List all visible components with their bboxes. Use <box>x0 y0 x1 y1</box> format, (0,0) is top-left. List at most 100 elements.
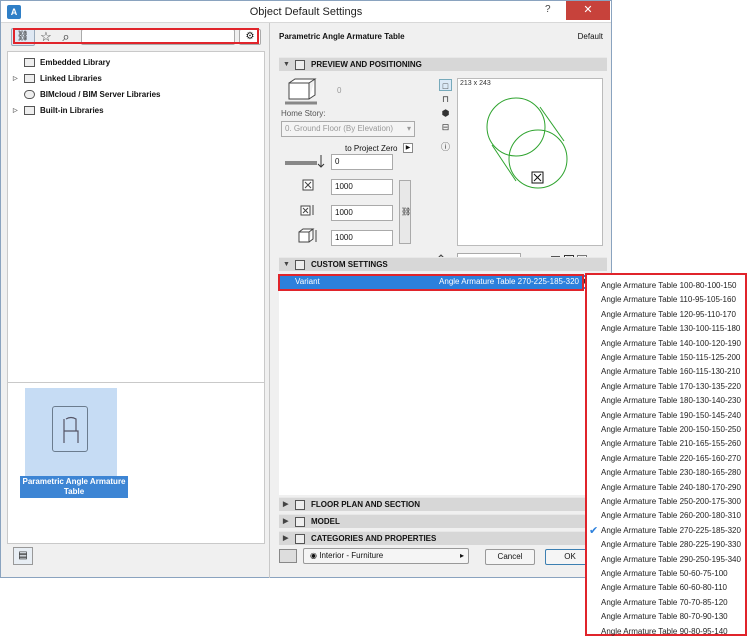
object-file-icon <box>52 406 88 452</box>
settings-header: Parametric Angle Armature Table Default <box>273 23 609 49</box>
expand-icon[interactable]: ▷ <box>13 103 18 119</box>
section-floor-plan-and-section[interactable]: ▶ FLOOR PLAN AND SECTION <box>279 497 607 511</box>
plan-preview-drawing <box>486 97 568 189</box>
home-story-label: Home Story: <box>281 109 326 118</box>
dropdown-item[interactable]: Angle Armature Table 60-60-80-110 <box>601 581 727 595</box>
dropdown-item[interactable]: Angle Armature Table 140-100-120-190 <box>601 337 741 351</box>
dropdown-item[interactable]: Angle Armature Table 220-165-160-270 <box>601 452 741 466</box>
expand-arrow-icon: ▶ <box>283 535 289 542</box>
settings-panel: Parametric Angle Armature Table Default … <box>273 23 609 578</box>
dropdown-item[interactable]: Angle Armature Table 170-130-135-220 <box>601 380 741 394</box>
dialog-footer: ◉ Interior - Furniture ▸ Cancel OK <box>279 547 607 567</box>
preview-section-icon <box>295 60 305 70</box>
dropdown-item[interactable]: Angle Armature Table 160-115-130-210 <box>601 365 740 379</box>
tree-item-label: Embedded Library <box>40 58 111 67</box>
folder-icon <box>24 74 35 83</box>
width-input[interactable]: 1000 <box>331 179 393 195</box>
variant-highlight <box>278 274 584 291</box>
section-custom-settings[interactable]: ▼ CUSTOM SETTINGS <box>279 257 607 271</box>
depth-icon <box>300 205 314 216</box>
dropdown-item[interactable]: Angle Armature Table 190-150-145-240 <box>601 409 741 423</box>
proportion-lock-chain-icon[interactable]: ⛓ <box>399 180 411 244</box>
section-label: PREVIEW AND POSITIONING <box>311 60 422 69</box>
library-tree: Embedded Library ▷ Linked Libraries BIMc… <box>7 51 265 383</box>
eye-icon: ◉ <box>310 551 317 560</box>
dropdown-item[interactable]: Angle Armature Table 180-130-140-230 <box>601 394 741 408</box>
panel-divider[interactable] <box>269 23 270 578</box>
tree-item-label: Linked Libraries <box>40 74 102 83</box>
expand-icon[interactable]: ▷ <box>13 71 18 87</box>
chair-icon <box>63 416 79 443</box>
section-label: FLOOR PLAN AND SECTION <box>311 500 421 509</box>
dropdown-item[interactable]: Angle Armature Table 280-225-190-330 <box>601 538 741 552</box>
dropdown-arrow-icon: ▸ <box>459 551 464 560</box>
dropdown-item[interactable]: Angle Armature Table 80-70-90-130 <box>601 610 728 624</box>
tree-item-bimcloud-libraries[interactable]: BIMcloud / BIM Server Libraries <box>8 87 264 103</box>
section-label: CATEGORIES AND PROPERTIES <box>311 534 437 543</box>
dropdown-item[interactable]: Angle Armature Table 270-225-185-320 <box>601 524 741 538</box>
default-label: Default <box>577 32 603 41</box>
collapse-arrow-icon: ▼ <box>283 61 290 68</box>
collapse-arrow-icon: ▼ <box>283 261 290 268</box>
cancel-button[interactable]: Cancel <box>485 549 535 565</box>
object-thumbnail[interactable] <box>25 388 117 488</box>
tree-item-label: Built-in Libraries <box>40 106 104 115</box>
variant-dropdown-list: Angle Armature Table 100-80-100-150 Angle… <box>585 273 747 636</box>
custom-settings-icon <box>295 260 305 270</box>
dropdown-item[interactable]: Angle Armature Table 100-80-100-150 <box>601 279 737 293</box>
preview-positioning-panel: 0 Home Story: 0. Ground Floor (By Elevat… <box>279 75 607 269</box>
elevation-box-icon <box>285 78 317 105</box>
selection-highlight <box>13 28 259 44</box>
tree-item-built-in-libraries[interactable]: ▷ Built-in Libraries <box>8 103 264 119</box>
dropdown-item[interactable]: Angle Armature Table 200-150-150-250 <box>601 423 741 437</box>
section-preview-positioning[interactable]: ▼ PREVIEW AND POSITIONING <box>279 57 607 71</box>
dropdown-item[interactable]: Angle Armature Table 250-200-175-300 <box>601 495 741 509</box>
height-icon <box>298 228 317 243</box>
cloud-icon <box>24 90 35 99</box>
tree-item-embedded-library[interactable]: Embedded Library <box>8 55 264 71</box>
section-view-icon[interactable]: ⊟ <box>439 121 452 133</box>
title-bar: A Object Default Settings ? ✕ <box>1 1 611 23</box>
dropdown-item[interactable]: Angle Armature Table 210-165-155-260 <box>601 437 741 451</box>
home-story-value: 0. Ground Floor (By Elevation) <box>285 124 394 133</box>
reference-menu-icon[interactable]: ▶ <box>403 143 413 153</box>
dropdown-item[interactable]: Angle Armature Table 230-180-165-280 <box>601 466 741 480</box>
section-model[interactable]: ▶ MODEL <box>279 514 607 528</box>
dropdown-item[interactable]: Angle Armature Table 70-70-85-120 <box>601 596 728 610</box>
depth-input[interactable]: 1000 <box>331 205 393 221</box>
dropdown-item[interactable]: Angle Armature Table 90-80-95-140 <box>601 625 728 639</box>
dropdown-item[interactable]: Angle Armature Table 50-60-75-100 <box>601 567 728 581</box>
dropdown-item[interactable]: Angle Armature Table 290-250-195-340 <box>601 553 741 567</box>
expand-arrow-icon: ▶ <box>283 518 289 525</box>
section-categories-and-properties[interactable]: ▶ CATEGORIES AND PROPERTIES <box>279 531 607 545</box>
side-view-icon[interactable]: ⊓ <box>439 93 452 105</box>
info-icon[interactable]: ⓘ <box>439 141 452 153</box>
model-icon <box>295 517 305 527</box>
close-button[interactable]: ✕ <box>566 1 610 20</box>
chevron-down-icon: ▾ <box>406 124 411 133</box>
dropdown-item[interactable]: Angle Armature Table 150-115-125-200 <box>601 351 740 365</box>
dropdown-item[interactable]: Angle Armature Table 120-95-110-170 <box>601 308 736 322</box>
layer-icon <box>279 549 297 563</box>
library-manager-icon[interactable]: ▤ <box>13 547 33 565</box>
layer-value: Interior - Furniture <box>319 551 384 560</box>
home-story-select[interactable]: 0. Ground Floor (By Elevation) ▾ <box>281 121 415 137</box>
height-input[interactable]: 1000 <box>331 230 393 246</box>
dropdown-item[interactable]: Angle Armature Table 240-180-170-290 <box>601 481 741 495</box>
plan-view-icon[interactable]: □ <box>439 79 452 91</box>
layer-select[interactable]: ◉ Interior - Furniture ▸ <box>303 548 469 564</box>
help-button[interactable]: ? <box>545 4 551 15</box>
3d-view-icon[interactable]: ⬢ <box>439 107 452 119</box>
section-label: CUSTOM SETTINGS <box>311 260 388 269</box>
folder-icon <box>24 106 35 115</box>
dropdown-item[interactable]: Angle Armature Table 110-95-105-160 <box>601 293 736 307</box>
project-zero-input[interactable]: 0 <box>331 154 393 170</box>
project-zero-icon <box>285 155 325 168</box>
dropdown-item[interactable]: Angle Armature Table 260-200-180-310 <box>601 509 741 523</box>
library-icon <box>24 58 35 67</box>
width-icon <box>302 179 314 191</box>
tree-item-linked-libraries[interactable]: ▷ Linked Libraries <box>8 71 264 87</box>
preview-canvas: 213 x 243 <box>457 78 603 246</box>
dropdown-item[interactable]: Angle Armature Table 130-100-115-180 <box>601 322 740 336</box>
tree-item-label: BIMcloud / BIM Server Libraries <box>40 90 161 99</box>
